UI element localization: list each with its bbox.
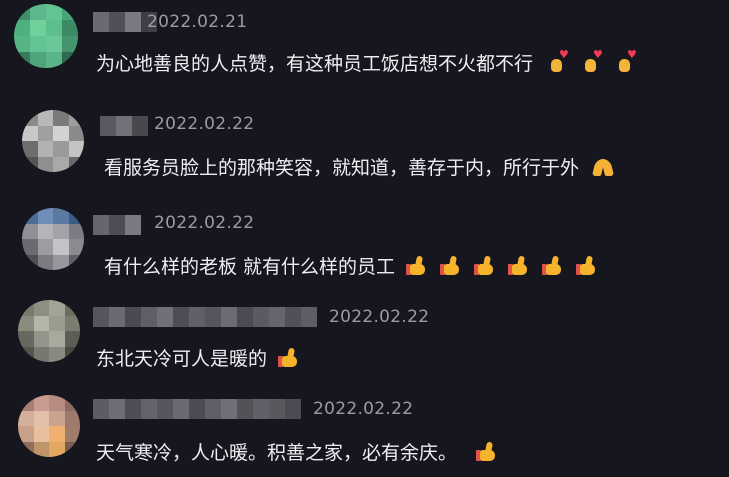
thumbs-up-icon	[278, 346, 301, 368]
thumbs-up-icon	[474, 254, 497, 276]
thumbs-up-icon	[406, 254, 429, 276]
username-blurred[interactable]	[100, 116, 148, 136]
thumbs-up-icon	[440, 254, 463, 276]
username-blurred[interactable]	[93, 399, 301, 419]
comment-text-row: 东北天冷可人是暖的	[96, 344, 301, 371]
comment-text: 东北天冷可人是暖的	[96, 348, 268, 370]
comment-date: 2022.02.22	[154, 114, 255, 134]
avatar[interactable]	[18, 395, 80, 457]
username-blurred[interactable]	[93, 215, 141, 235]
comment-text: 天气寒冷，人心暖。积善之家，必有余庆。	[96, 442, 458, 464]
thumbs-up-icon	[576, 254, 599, 276]
comment-date: 2022.02.22	[154, 213, 255, 233]
avatar[interactable]	[18, 300, 80, 362]
comment-item: 2022.02.22 东北天冷可人是暖的	[0, 292, 729, 384]
username-blurred[interactable]	[93, 307, 317, 327]
comment-text-row: 为心地善良的人点赞，有这种员工饭店想不火都不行	[96, 49, 635, 76]
comment-text: 有什么样的老板 就有什么样的员工	[104, 256, 396, 278]
comment-date: 2022.02.21	[147, 12, 248, 32]
comment-text-row: 看服务员脸上的那种笑容，就知道，善存于内，所行于外	[104, 153, 615, 180]
avatar[interactable]	[22, 110, 84, 172]
comment-date: 2022.02.22	[313, 399, 414, 419]
comment-item: 2022.02.22 天气寒冷，人心暖。积善之家，必有余庆。	[0, 385, 729, 477]
avatar[interactable]	[14, 4, 78, 68]
heart-hands-icon	[581, 53, 601, 73]
comment-text: 为心地善良的人点赞，有这种员工饭店想不火都不行	[96, 53, 534, 75]
praying-hands-icon	[591, 157, 615, 177]
thumbs-up-icon	[476, 440, 499, 462]
comment-item: 2022.02.21 为心地善良的人点赞，有这种员工饭店想不火都不行	[0, 0, 729, 92]
comment-text-row: 有什么样的老板 就有什么样的员工	[104, 252, 599, 279]
comment-date: 2022.02.22	[329, 307, 430, 327]
comment-item: 2022.02.22 有什么样的老板 就有什么样的员工	[0, 200, 729, 292]
comment-item: 2022.02.22 看服务员脸上的那种笑容，就知道，善存于内，所行于外	[0, 100, 729, 192]
thumbs-up-icon	[508, 254, 531, 276]
heart-hands-icon	[547, 53, 567, 73]
heart-hands-icon	[615, 53, 635, 73]
comment-text-row: 天气寒冷，人心暖。积善之家，必有余庆。	[96, 438, 499, 465]
comment-text: 看服务员脸上的那种笑容，就知道，善存于内，所行于外	[104, 157, 580, 179]
avatar[interactable]	[22, 208, 84, 270]
thumbs-up-icon	[542, 254, 565, 276]
comment-list: 2022.02.21 为心地善良的人点赞，有这种员工饭店想不火都不行 2022.…	[0, 0, 729, 477]
